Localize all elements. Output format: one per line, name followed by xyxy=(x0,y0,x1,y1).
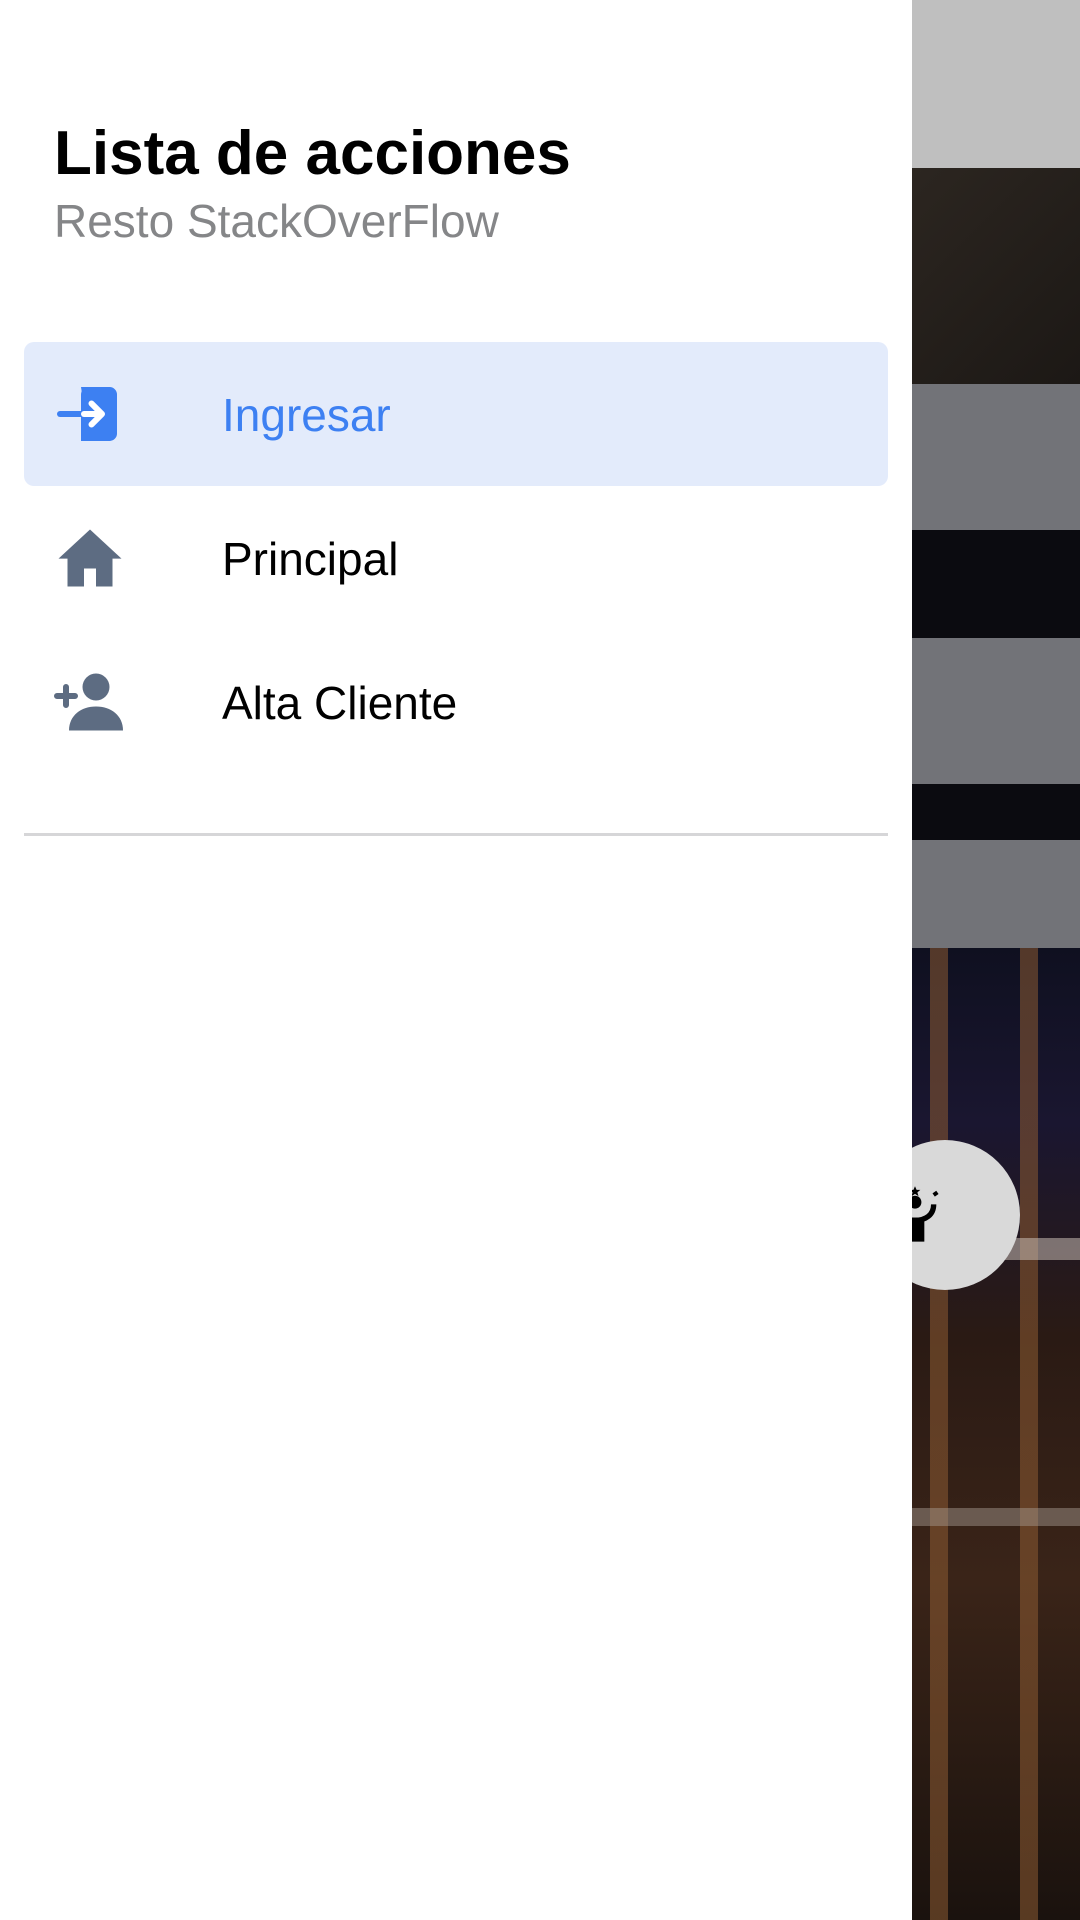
drawer-subtitle: Resto StackOverFlow xyxy=(54,195,499,247)
person-add-icon xyxy=(54,666,126,738)
log-in-icon xyxy=(54,378,126,450)
drawer-divider xyxy=(24,833,888,836)
menu-item-principal[interactable]: Principal xyxy=(24,486,888,630)
menu-item-ingresar[interactable]: Ingresar xyxy=(24,342,888,486)
drawer-menu: Ingresar Principal Alta Cliente xyxy=(24,342,888,774)
home-icon xyxy=(54,522,126,594)
screen: Lista de acciones Resto StackOverFlow In… xyxy=(0,0,1080,1920)
menu-item-alta-cliente[interactable]: Alta Cliente xyxy=(24,630,888,774)
menu-item-label: Alta Cliente xyxy=(222,677,458,729)
navigation-drawer: Lista de acciones Resto StackOverFlow In… xyxy=(0,0,912,1920)
menu-item-label: Ingresar xyxy=(222,389,391,441)
menu-item-label: Principal xyxy=(222,533,399,585)
drawer-title: Lista de acciones xyxy=(54,119,571,188)
